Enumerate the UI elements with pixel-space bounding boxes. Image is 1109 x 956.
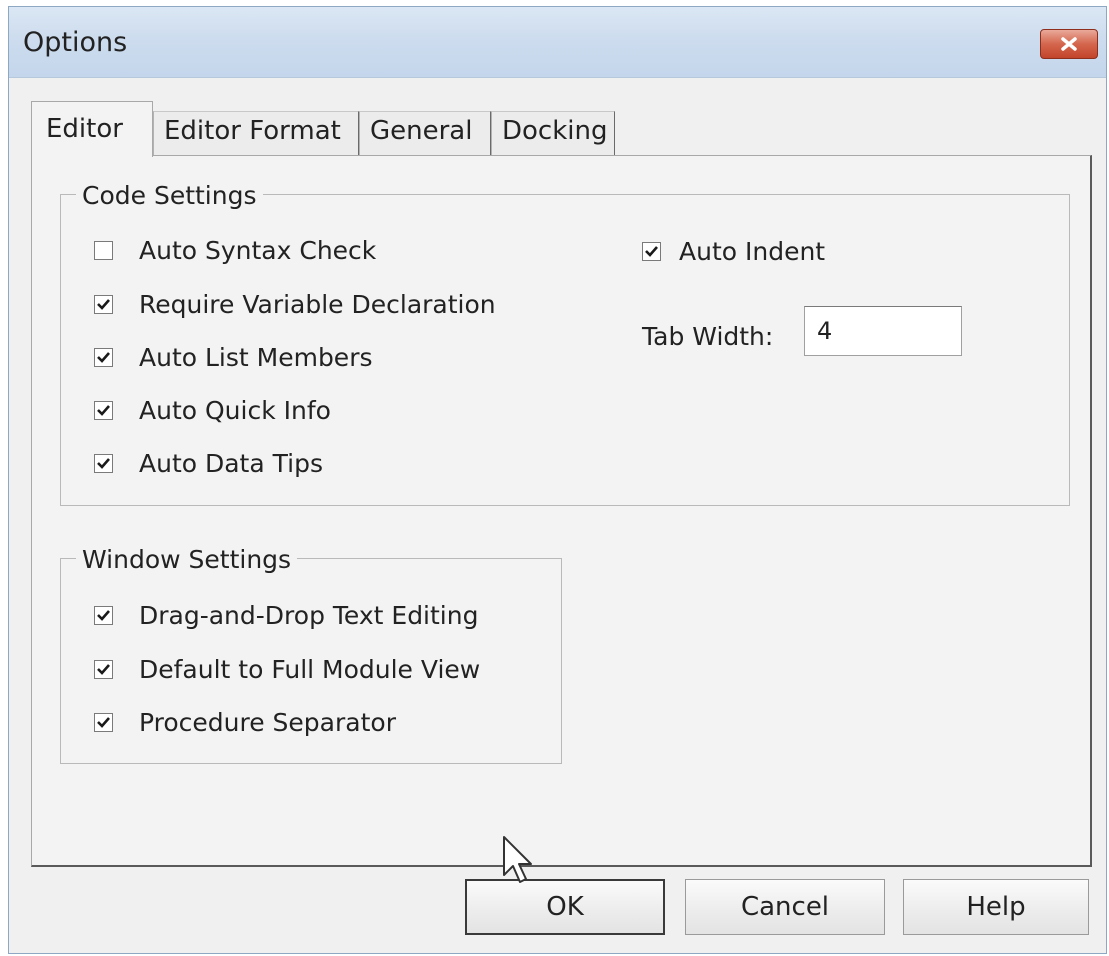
auto-list-members-checkbox[interactable]: [94, 348, 113, 367]
tab-editor-format[interactable]: Editor Format: [153, 111, 359, 155]
tab-editor-format-label: Editor Format: [164, 116, 341, 146]
checkmark-icon: [97, 610, 110, 621]
require-variable-declaration-label: Require Variable Declaration: [139, 290, 496, 319]
auto-list-members-option[interactable]: Auto List Members: [94, 343, 373, 372]
default-to-full-module-view-label: Default to Full Module View: [139, 655, 481, 684]
auto-list-members-label: Auto List Members: [139, 343, 373, 372]
checkmark-icon: [645, 246, 658, 257]
close-button[interactable]: [1040, 29, 1098, 59]
help-button-label: Help: [966, 892, 1026, 922]
cancel-button[interactable]: Cancel: [685, 879, 885, 935]
tab-docking[interactable]: Docking: [491, 111, 615, 155]
auto-syntax-check-option[interactable]: Auto Syntax Check: [94, 236, 376, 265]
procedure-separator-checkbox[interactable]: [94, 713, 113, 732]
options-dialog: Options Editor Editor Format General Doc…: [8, 6, 1107, 954]
editor-tab-panel: Code Settings Auto Syntax Check Require …: [31, 155, 1092, 867]
auto-data-tips-label: Auto Data Tips: [139, 449, 323, 478]
title-bar[interactable]: Options: [9, 7, 1106, 78]
tab-width-input[interactable]: [804, 306, 962, 356]
tab-editor[interactable]: Editor: [31, 101, 153, 157]
tab-width-label: Tab Width:: [642, 322, 774, 351]
auto-data-tips-checkbox[interactable]: [94, 454, 113, 473]
auto-indent-label: Auto Indent: [679, 237, 826, 266]
tab-docking-label: Docking: [502, 116, 608, 146]
auto-syntax-check-label: Auto Syntax Check: [139, 236, 377, 265]
tab-general-label: General: [370, 116, 473, 146]
code-settings-title: Code Settings: [76, 181, 263, 210]
help-button[interactable]: Help: [903, 879, 1089, 935]
auto-indent-checkbox[interactable]: [642, 242, 661, 261]
auto-indent-option[interactable]: Auto Indent: [642, 237, 825, 266]
default-to-full-module-view-checkbox[interactable]: [94, 660, 113, 679]
drag-and-drop-text-editing-checkbox[interactable]: [94, 606, 113, 625]
require-variable-declaration-checkbox[interactable]: [94, 295, 113, 314]
auto-quick-info-checkbox[interactable]: [94, 401, 113, 420]
default-to-full-module-view-option[interactable]: Default to Full Module View: [94, 655, 480, 684]
checkmark-icon: [97, 458, 110, 469]
procedure-separator-label: Procedure Separator: [139, 708, 396, 737]
ok-button[interactable]: OK: [465, 879, 665, 935]
tab-editor-label: Editor: [46, 114, 123, 144]
ok-button-label: OK: [546, 892, 584, 922]
checkmark-icon: [97, 299, 110, 310]
auto-quick-info-option[interactable]: Auto Quick Info: [94, 396, 331, 425]
drag-and-drop-text-editing-label: Drag-and-Drop Text Editing: [139, 601, 479, 630]
checkmark-icon: [97, 352, 110, 363]
tab-general[interactable]: General: [359, 111, 491, 155]
require-variable-declaration-option[interactable]: Require Variable Declaration: [94, 290, 496, 319]
checkmark-icon: [97, 717, 110, 728]
auto-syntax-check-checkbox[interactable]: [94, 241, 113, 260]
cancel-button-label: Cancel: [740, 892, 830, 922]
procedure-separator-option[interactable]: Procedure Separator: [94, 708, 396, 737]
auto-data-tips-option[interactable]: Auto Data Tips: [94, 449, 323, 478]
drag-and-drop-text-editing-option[interactable]: Drag-and-Drop Text Editing: [94, 601, 478, 630]
auto-quick-info-label: Auto Quick Info: [139, 396, 331, 425]
checkmark-icon: [97, 405, 110, 416]
window-title: Options: [23, 27, 128, 58]
checkmark-icon: [97, 664, 110, 675]
mouse-cursor-icon: [502, 835, 536, 889]
close-icon: [1058, 36, 1080, 52]
window-settings-title: Window Settings: [76, 545, 298, 574]
